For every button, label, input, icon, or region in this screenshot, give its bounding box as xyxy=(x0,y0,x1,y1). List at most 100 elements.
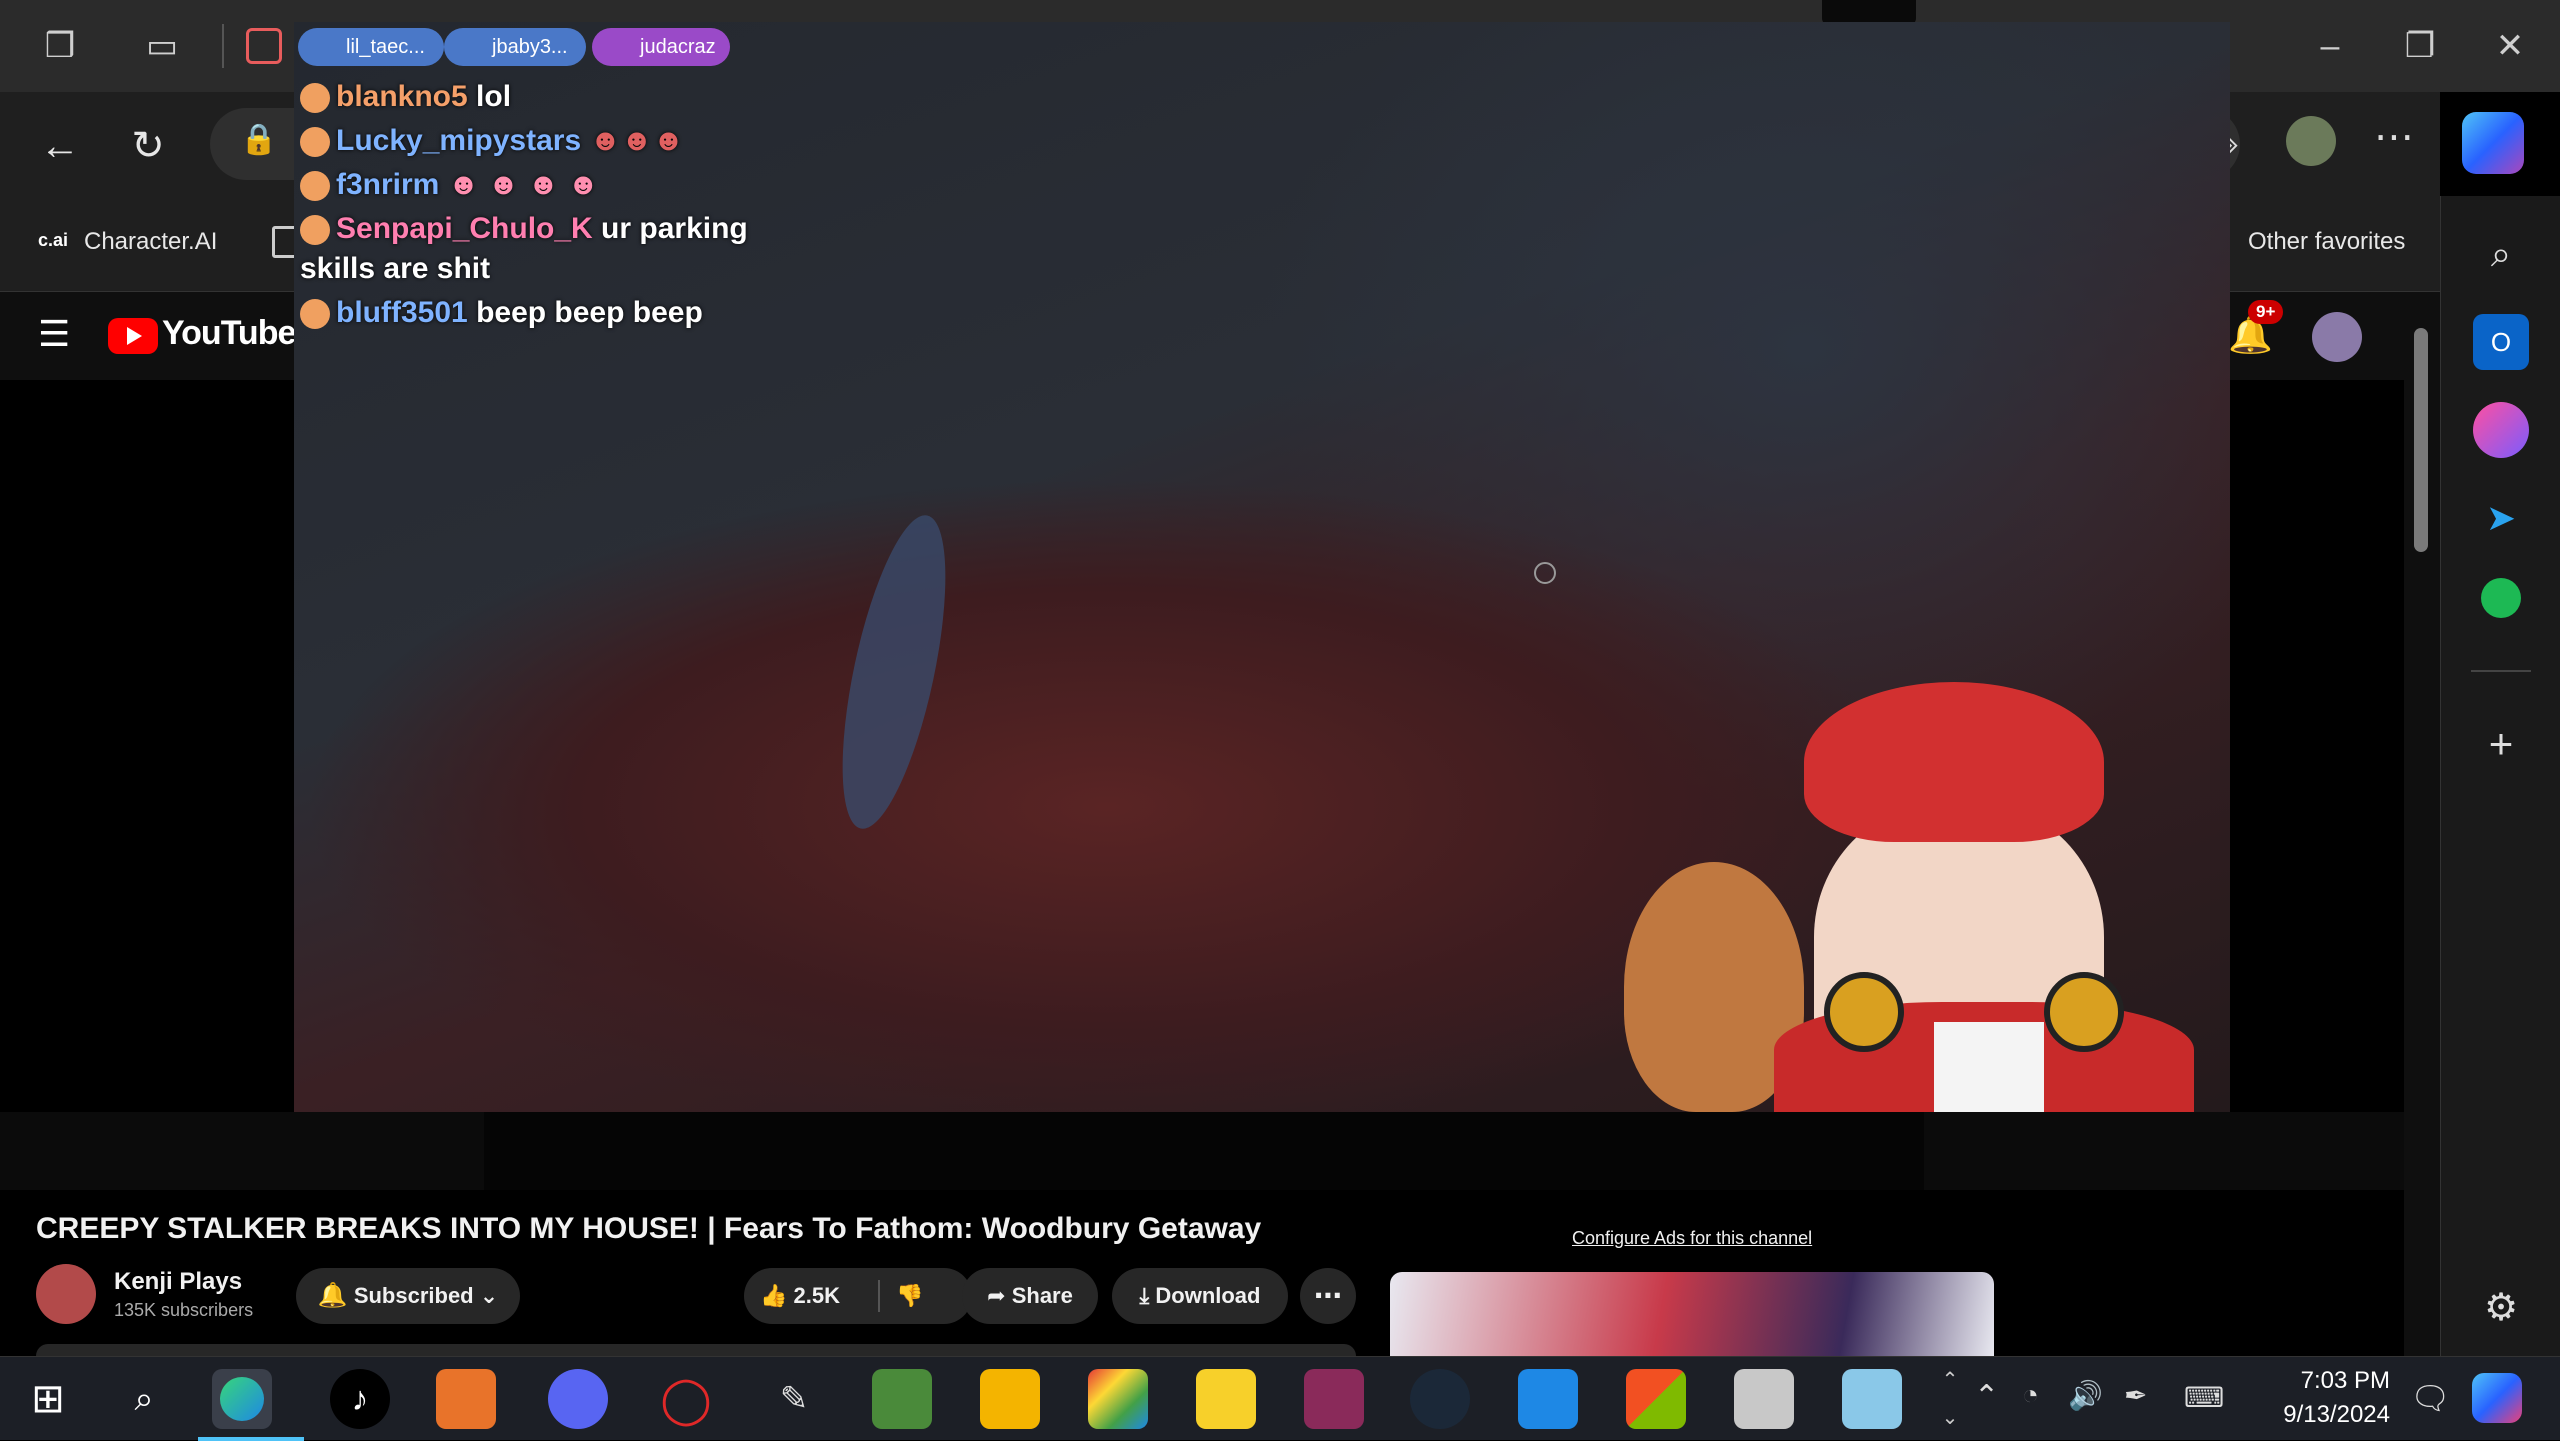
dislike-button[interactable]: 👎 xyxy=(896,1268,923,1324)
app-orange-icon[interactable] xyxy=(436,1369,496,1429)
channel-avatar[interactable] xyxy=(36,1264,96,1324)
telegram-icon[interactable]: ➤ xyxy=(2473,490,2529,546)
thumbs-up-icon: 👍 xyxy=(760,1283,788,1308)
more-actions-button[interactable]: ⋯ xyxy=(1300,1268,1356,1324)
windows-taskbar: ⊞ ⌕ ♪ ◯ ✎ ⌃ ⌄ ⌃ ◔ 🔊 ✒ ⌨ 7:03 PM 9/13/2024… xyxy=(0,1356,2560,1441)
video-title: CREEPY STALKER BREAKS INTO MY HOUSE! | F… xyxy=(36,1212,1262,1245)
tiktok-icon[interactable]: ♪ xyxy=(330,1369,390,1429)
video-player[interactable]: lil_taec... jbaby3... judacraz blankno5 … xyxy=(294,22,2230,1112)
steam-icon[interactable] xyxy=(1410,1369,1470,1429)
close-icon[interactable]: ✕ xyxy=(2478,20,2542,72)
chat-message: skills are shit xyxy=(300,252,491,285)
subscribed-button[interactable]: 🔔 Subscribed ⌄ xyxy=(296,1268,520,1324)
other-favorites[interactable]: Other favorites xyxy=(2248,228,2405,256)
character-ai-icon: c.ai xyxy=(38,230,69,250)
chat-message: Lucky_mipystars ☻☻☻ xyxy=(300,124,684,158)
divider xyxy=(2471,670,2531,672)
winrar-icon[interactable] xyxy=(1304,1369,1364,1429)
settings-gear-icon[interactable]: ⚙ xyxy=(2473,1280,2529,1336)
profile-avatar[interactable] xyxy=(2286,116,2336,166)
restore-icon[interactable]: ❐ xyxy=(2388,20,2452,72)
edge-sidebar: ⌕ O ➤ + ⚙ xyxy=(2440,196,2560,1356)
like-dislike-group: 👍 2.5K 👎 xyxy=(744,1268,972,1324)
chevron-down-icon: ⌄ xyxy=(479,1283,499,1308)
taskbar-edge-icon[interactable] xyxy=(212,1369,272,1429)
subscriber-count: 135K subscribers xyxy=(114,1300,254,1320)
headphones-left-icon xyxy=(1824,972,1904,1052)
description-box[interactable] xyxy=(36,1344,1356,1356)
thumbs-down-icon: 👎 xyxy=(896,1283,924,1308)
chat-message: f3nrirm ☻ ☻ ☻ ☻ xyxy=(300,168,599,202)
tab-actions-icon[interactable]: ▭ xyxy=(138,22,186,70)
minimize-icon[interactable]: – xyxy=(2298,20,2362,72)
bluestacks-icon[interactable] xyxy=(1088,1369,1148,1429)
outlook-icon[interactable]: O xyxy=(2473,314,2529,370)
notification-badge: 9+ xyxy=(2248,300,2284,324)
designer-icon[interactable] xyxy=(2473,402,2529,458)
player-bottom-area xyxy=(0,1112,2404,1190)
chat-message: blankno5 lol xyxy=(300,80,511,114)
chat-message: Senpapi_Chulo_K ur parking xyxy=(300,212,748,246)
download-icon: ⤓ xyxy=(1139,1283,1150,1308)
file-explorer-icon[interactable] xyxy=(980,1369,1040,1429)
divider xyxy=(222,24,224,68)
car-mirror xyxy=(821,507,967,837)
search-icon[interactable]: ⌕ xyxy=(2473,226,2529,282)
show-hidden-icons[interactable]: ⌃ xyxy=(1974,1379,1999,1414)
vtuber-avatar xyxy=(1624,642,2224,1112)
keyboard-icon[interactable]: ⌨ xyxy=(2184,1381,2224,1414)
network-icon[interactable]: ◔ xyxy=(2022,1379,2039,1411)
clock-date[interactable]: 9/13/2024 xyxy=(2250,1401,2390,1429)
chat-user-pill: lil_taec... xyxy=(298,28,444,66)
lock-icon: 🔒 xyxy=(240,123,278,156)
clock-time[interactable]: 7:03 PM xyxy=(2260,1367,2390,1395)
crosshair-icon xyxy=(1534,562,1556,584)
share-button[interactable]: ➦ Share xyxy=(962,1268,1098,1324)
page-scrollbar[interactable] xyxy=(2404,296,2440,1356)
app-blue-icon[interactable] xyxy=(1518,1369,1578,1429)
ad-banner[interactable] xyxy=(1390,1272,1994,1356)
active-app-indicator xyxy=(198,1437,304,1441)
sticky-notes-icon[interactable] xyxy=(1196,1369,1256,1429)
roblox-icon[interactable] xyxy=(1734,1369,1794,1429)
chat-user-pill: judacraz xyxy=(592,28,730,66)
youtube-logo-icon[interactable] xyxy=(108,318,158,354)
divider xyxy=(878,1280,880,1312)
workspaces-icon[interactable]: ❒ xyxy=(36,22,84,70)
channel-name[interactable]: Kenji Plays xyxy=(114,1268,242,1296)
volume-icon[interactable]: 🔊 xyxy=(2068,1379,2103,1412)
bell-icon: 🔔 xyxy=(317,1282,348,1309)
add-icon[interactable]: + xyxy=(2473,716,2529,772)
like-button[interactable]: 👍 2.5K xyxy=(760,1283,840,1308)
chat-user-pill: jbaby3... xyxy=(444,28,586,66)
copilot-taskbar-icon[interactable] xyxy=(2472,1373,2522,1423)
tab-favicon-icon[interactable] xyxy=(246,28,282,64)
spotify-icon[interactable] xyxy=(2481,578,2521,618)
game-icon[interactable] xyxy=(872,1369,932,1429)
start-windows-icon[interactable]: ⊞ xyxy=(18,1369,78,1429)
search-icon[interactable]: ⌕ xyxy=(114,1369,174,1429)
more-options-icon[interactable]: ⋯ xyxy=(2374,114,2414,160)
download-button[interactable]: ⤓ Download xyxy=(1112,1268,1288,1324)
back-arrow-icon[interactable]: ← xyxy=(30,116,90,176)
headphones-right-icon xyxy=(2044,972,2124,1052)
taskbar-scroll-icon[interactable]: ⌃ ⌄ xyxy=(1934,1361,1966,1437)
app-glass-icon[interactable] xyxy=(1842,1369,1902,1429)
microsoft-store-icon[interactable] xyxy=(1626,1369,1686,1429)
refresh-icon[interactable]: ↻ xyxy=(118,116,178,176)
copilot-icon[interactable] xyxy=(2462,112,2524,174)
share-arrow-icon: ➦ xyxy=(987,1283,1006,1308)
account-avatar[interactable] xyxy=(2312,312,2362,362)
paint-icon[interactable]: ✎ xyxy=(764,1369,824,1429)
youtube-logo-text[interactable]: YouTube xyxy=(162,314,296,353)
discord-icon[interactable] xyxy=(548,1369,608,1429)
favorite-character-ai[interactable]: Character.AI xyxy=(84,228,217,256)
chat-message: bluff3501 beep beep beep xyxy=(300,296,703,330)
notifications-icon[interactable]: 🗨 xyxy=(2410,1379,2451,1417)
configure-ads-link[interactable]: Configure Ads for this channel xyxy=(1572,1228,1812,1249)
pen-icon[interactable]: ✒ xyxy=(2124,1379,2147,1412)
menu-icon[interactable]: ☰ xyxy=(38,316,70,352)
opera-icon[interactable]: ◯ xyxy=(656,1369,716,1429)
scrollbar-thumb[interactable] xyxy=(2414,328,2428,552)
red-cap xyxy=(1804,682,2104,842)
